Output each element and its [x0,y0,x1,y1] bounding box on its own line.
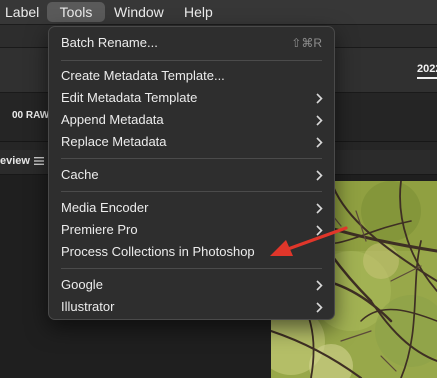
menu-item-create-metadata-template[interactable]: Create Metadata Template... [49,65,334,87]
red-arrow-annotation [270,226,348,256]
menu-item-label: Google [61,277,103,292]
menu-item-illustrator[interactable]: Illustrator [49,296,334,318]
chevron-right-icon [316,203,323,214]
menu-item-label: Cache [61,167,99,182]
menu-item-replace-metadata[interactable]: Replace Metadata [49,131,334,153]
menu-item-label: Create Metadata Template... [61,68,225,83]
workspace-tab-year[interactable]: 2022 [417,63,437,79]
keyboard-shortcut: ⇧⌘R [291,36,322,50]
menu-item-label: Append Metadata [61,112,164,127]
chevron-right-icon [316,170,323,181]
file-count-label: 00 RAW [12,110,48,121]
chevron-right-icon [316,115,323,126]
chevron-right-icon [316,302,323,313]
menu-label[interactable]: Label [0,0,46,24]
menu-item-label: Premiere Pro [61,222,138,237]
menu-item-label: Edit Metadata Template [61,90,198,105]
menu-separator [61,268,322,269]
menu-separator [61,191,322,192]
menu-item-edit-metadata-template[interactable]: Edit Metadata Template [49,87,334,109]
menu-item-google[interactable]: Google [49,274,334,296]
menu-item-media-encoder[interactable]: Media Encoder [49,197,334,219]
menu-window[interactable]: Window [107,0,171,24]
hamburger-menu-icon[interactable] [34,156,44,166]
menu-help[interactable]: Help [177,0,220,24]
menu-separator [61,158,322,159]
chevron-right-icon [316,280,323,291]
menu-item-cache[interactable]: Cache [49,164,334,186]
menu-separator [61,60,322,61]
menu-item-label: Illustrator [61,299,115,314]
chevron-right-icon [316,137,323,148]
menu-item-label: Replace Metadata [61,134,167,149]
app-window: Label Tools Window Help 2022 00 RAW evie… [0,0,437,378]
menu-item-batch-rename[interactable]: Batch Rename... ⇧⌘R [49,32,334,54]
tools-dropdown-menu: Batch Rename... ⇧⌘R Create Metadata Temp… [48,26,335,320]
menu-item-label: Media Encoder [61,200,149,215]
menu-item-label: Process Collections in Photoshop [61,244,255,259]
chevron-right-icon [316,93,323,104]
menu-tools[interactable]: Tools [47,2,105,22]
preview-panel-title[interactable]: eview [0,155,30,167]
menu-item-label: Batch Rename... [61,35,158,50]
menu-bar: Label Tools Window Help [0,0,437,25]
menu-item-append-metadata[interactable]: Append Metadata [49,109,334,131]
